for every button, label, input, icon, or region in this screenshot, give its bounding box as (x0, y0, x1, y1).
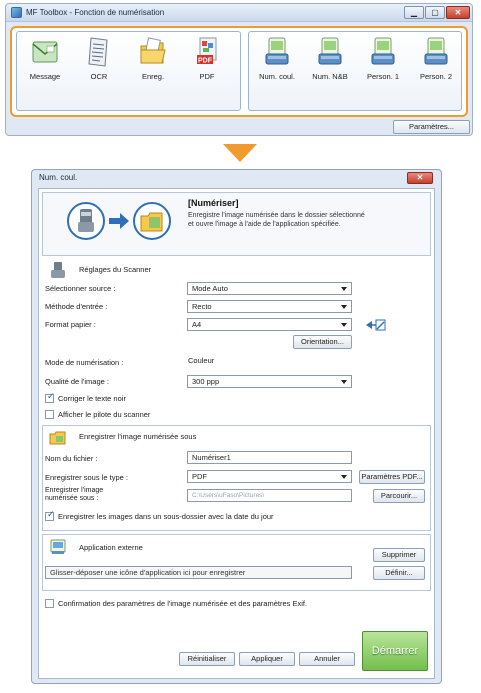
cancel-button[interactable]: Annuler (299, 652, 355, 666)
type-select[interactable]: PDF (187, 470, 352, 483)
ocr-button[interactable]: OCR (74, 36, 124, 108)
svg-text:PDF: PDF (198, 58, 213, 65)
scanner-icon (51, 262, 65, 278)
scan-mode-label: Mode de numérisation : (45, 358, 124, 367)
folder-save-icon (49, 431, 66, 445)
app-drop-zone[interactable]: Glisser-déposer une icône d'application … (45, 566, 352, 579)
pdf-button[interactable]: PDF PDF (182, 36, 232, 108)
right-arrow-icon (109, 213, 129, 229)
dialog-content: [Numériser] Enregistre l'image numérisée… (38, 188, 435, 679)
close-button[interactable]: ✕ (446, 6, 470, 19)
quality-value: 300 ppp (192, 377, 220, 386)
save-section-title: Enregistrer l'image numérisée sous (79, 432, 197, 441)
quality-select[interactable]: 300 ppp (187, 375, 352, 388)
dialog-title-bar[interactable]: Num. coul. ✕ (32, 170, 441, 186)
scan-color-label: Num. coul. (259, 72, 295, 81)
toolbox-group-1: Message OCR Enreg. PDF PDF (16, 31, 241, 111)
toolbox-group-2: Num. coul. Num. N&B Person. 1 Person. 2 (248, 31, 462, 111)
paper-format-select[interactable]: A4 (187, 318, 352, 331)
header-description: Enregistre l'image numérisée dans le dos… (188, 212, 365, 228)
pdf-label: PDF (199, 72, 215, 81)
source-select[interactable]: Mode Auto (187, 282, 352, 295)
filename-label: Nom du fichier : (45, 454, 98, 463)
save-label: Enreg. (141, 72, 165, 81)
chevron-down-icon (341, 380, 347, 384)
header-title: [Numériser] (188, 198, 239, 208)
toolbox-app-icon (11, 7, 22, 18)
folder-icon (140, 37, 166, 64)
input-method-label: Méthode d'entrée : (45, 302, 108, 311)
dialog-close-button[interactable]: ✕ (407, 172, 433, 184)
dialog-title: Num. coul. (39, 173, 78, 182)
paper-format-label: Format papier : (45, 320, 96, 329)
correct-text-checkbox[interactable] (45, 392, 55, 403)
toolbox-window: MF Toolbox - Fonction de numérisation ▁ … (5, 3, 473, 136)
subfolder-label: Enregistrer les images dans un sous-doss… (58, 512, 274, 521)
folder-circle-icon (133, 202, 171, 240)
scan-custom1-button[interactable]: Person. 1 (358, 36, 408, 108)
scan-custom2-label: Person. 2 (419, 72, 453, 81)
quality-label: Qualité de l'image : (45, 377, 109, 386)
scan-mode-value: Couleur (188, 356, 215, 365)
show-driver-label: Afficher le pilote du scanner (58, 410, 151, 419)
confirm-checkbox[interactable] (45, 599, 54, 608)
document-text-icon (88, 37, 108, 67)
ocr-label: OCR (90, 72, 108, 81)
message-button[interactable]: Message (20, 36, 70, 108)
input-method-select[interactable]: Recto (187, 300, 352, 313)
location-input[interactable]: C:\Users\uFaso\Pictures\ (187, 489, 352, 502)
type-label: Enregistrer sous le type : (45, 473, 128, 482)
message-label: Message (29, 72, 61, 81)
maximize-button[interactable]: ▢ (425, 6, 445, 19)
minimize-button[interactable]: ▁ (404, 6, 424, 19)
pdf-icon: PDF (197, 37, 217, 65)
scan-dialog: Num. coul. ✕ [Numériser] Enregistre l'im… (31, 169, 442, 684)
scan-custom1-label: Person. 1 (366, 72, 400, 81)
scan-bw-icon (318, 37, 342, 65)
start-button[interactable]: Démarrer (362, 631, 428, 671)
chevron-down-icon (341, 305, 347, 309)
subfolder-checkbox[interactable] (45, 510, 55, 521)
remove-button[interactable]: Supprimer (373, 548, 425, 562)
scan-bw-label: Num. N&B (312, 72, 348, 81)
header-panel: [Numériser] Enregistre l'image numérisée… (42, 192, 431, 256)
location-label: Enregistrer l'image numérisée sous : (45, 487, 104, 502)
chevron-down-icon (341, 323, 347, 327)
show-driver-checkbox[interactable] (45, 410, 54, 419)
apply-button[interactable]: Appliquer (239, 652, 295, 666)
save-button[interactable]: Enreg. (128, 36, 178, 108)
source-label: Sélectionner source : (45, 284, 116, 293)
scanner-section-title: Réglages du Scanner (79, 265, 152, 274)
confirm-label: Confirmation des paramètres de l'image n… (58, 599, 308, 608)
scan-custom1-icon (371, 37, 395, 65)
reset-button[interactable]: Réinitialiser (179, 652, 235, 666)
correct-text-label: Corriger le texte noir (58, 394, 126, 403)
define-button[interactable]: Définir... (373, 566, 425, 580)
source-value: Mode Auto (192, 284, 228, 293)
app-icon (50, 539, 66, 554)
chevron-down-icon (341, 475, 347, 479)
toolbox-buttons-area: Message OCR Enreg. PDF PDF Num. coul. Nu… (10, 26, 468, 117)
scanner-circle-icon (67, 202, 105, 240)
type-value: PDF (192, 472, 207, 481)
scan-color-button[interactable]: Num. coul. (252, 36, 302, 108)
chevron-down-icon (341, 287, 347, 291)
down-arrow-icon (223, 144, 257, 162)
paper-format-value: A4 (192, 320, 202, 329)
app-section-title: Application externe (79, 543, 143, 552)
toolbox-title: MF Toolbox - Fonction de numérisation (26, 8, 165, 17)
scan-bw-button[interactable]: Num. N&B (305, 36, 355, 108)
scan-custom2-button[interactable]: Person. 2 (411, 36, 461, 108)
scan-color-icon (265, 37, 289, 65)
paper-orientation-icon (366, 319, 386, 331)
browse-button[interactable]: Parcourir... (373, 489, 425, 503)
params-button[interactable]: Paramètres... (393, 120, 470, 134)
filename-input[interactable]: Numériser1 (187, 451, 352, 464)
pdf-params-button[interactable]: Paramètres PDF... (359, 470, 425, 484)
envelope-icon (32, 41, 58, 63)
orientation-button[interactable]: Orientation... (293, 335, 352, 349)
scan-custom2-icon (424, 37, 448, 65)
input-method-value: Recto (192, 302, 212, 311)
toolbox-title-bar[interactable]: MF Toolbox - Fonction de numérisation ▁ … (6, 4, 472, 22)
